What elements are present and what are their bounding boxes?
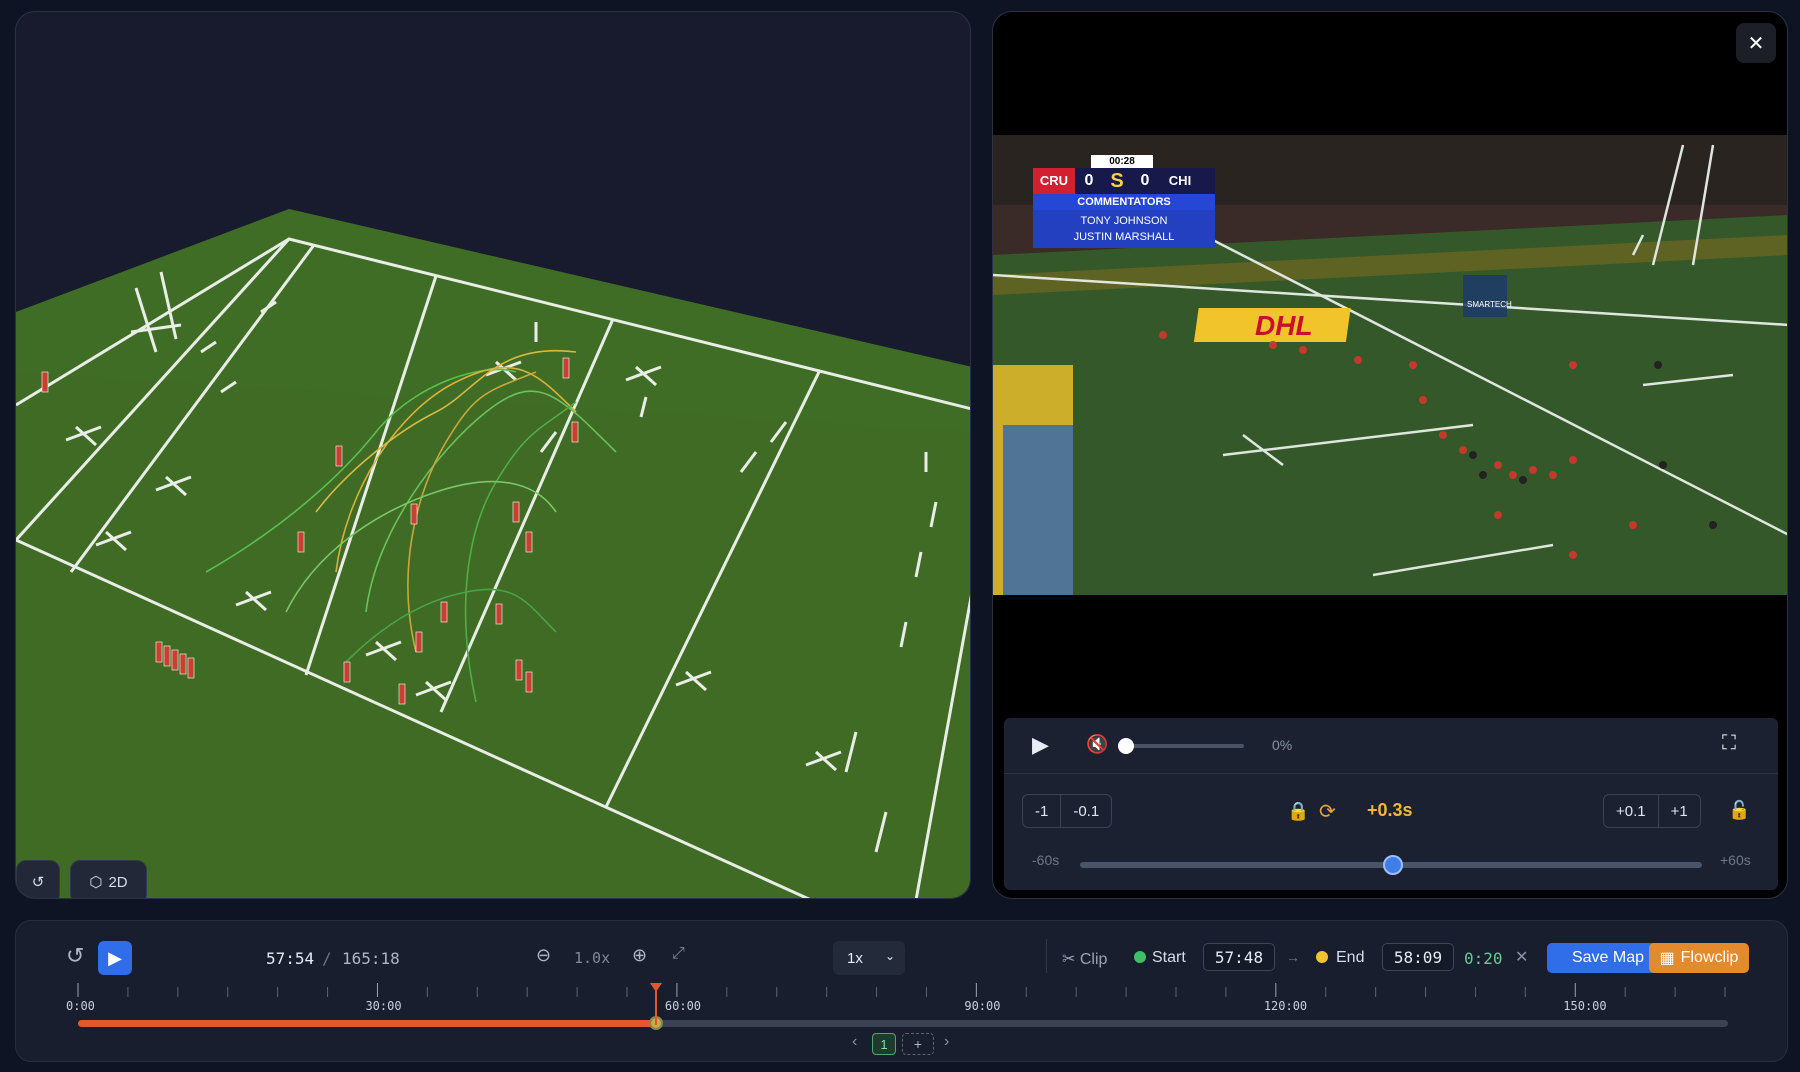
end-marker-icon [1316,951,1328,963]
fullscreen-icon: ⛶ [1722,732,1736,754]
play-icon: ▶ [1032,732,1049,757]
chevron-down-icon: ⌄ [884,949,895,963]
expand-icon: ⤢ [672,945,685,962]
playhead-line [654,991,657,1025]
view-mode-label: 2D [108,873,128,891]
step-back-1-button[interactable]: -1 [1023,795,1060,827]
offset-range-min: -60s [1032,852,1060,868]
tick-label: 30:00 [365,999,402,1013]
commentators-heading: COMMENTATORS [1077,196,1171,208]
volume-mute-icon: 🔇 [1086,734,1109,754]
scissors-icon: ✂ [1062,951,1076,968]
video-panel: ✕ DHL SMARTECH 00:28 CRU 0 S 0 CHI COMME… [992,11,1788,899]
prev-page-button[interactable]: ‹ [852,1033,857,1051]
rotate-ccw-icon: ↺ [31,874,45,891]
fullscreen-button[interactable]: ⛶ [1722,732,1736,755]
end-time-field[interactable]: 58:09 [1382,943,1454,971]
scoreboard-clock: 00:28 [1091,155,1153,168]
offset-slider[interactable] [1080,855,1702,875]
speed-select[interactable]: 1x ⌄ [833,941,905,975]
pitch-canvas[interactable] [16,12,971,899]
tick-label: 0:00 [66,999,95,1013]
timeline-progress [78,1020,656,1027]
time-separator: / [322,949,332,968]
timeline-track[interactable] [78,1016,1728,1030]
film-icon: ▦ [1659,950,1675,967]
home-score: 0 [1084,172,1094,189]
end-label: End [1336,949,1365,966]
sync-icon[interactable]: ⟳ [1319,799,1336,824]
sponsor-logo-text: SMARTECH [1467,300,1512,309]
step-back-0-1-button[interactable]: -0.1 [1060,795,1111,827]
unlock-icon[interactable]: 🔓 [1728,800,1750,821]
clip-label: Clip [1079,951,1108,968]
video-controls: ▶ 🔇 0% ⛶ -1 -0.1 🔒 ⟳ +0.3s +0.1 +1 🔓 -60… [1004,718,1778,890]
timeline-play-button[interactable]: ▶ [98,941,132,975]
close-icon: ✕ [1515,949,1529,966]
arrow-right-icon: → [1286,949,1300,965]
offset-slider-thumb[interactable] [1382,855,1403,875]
restart-button[interactable]: ↺ [66,943,84,969]
volume-slider-thumb[interactable] [1118,738,1134,754]
billboard-text: DHL [1255,310,1313,341]
save-map-label: Save Map [1571,949,1645,966]
step-forward-0-1-button[interactable]: +0.1 [1604,795,1658,827]
lock-icon[interactable]: 🔒 [1287,801,1309,822]
scoreboard: 00:28 CRU 0 S 0 CHI COMMENTATORS TONY JO… [1033,155,1215,248]
timeline-bar: ↺ ▶ 57:54 / 165:18 ⊖ 1.0x ⊕ ⤢ 1x ⌄ ✂ Cli… [15,920,1788,1062]
tick-label: 150:00 [1563,999,1607,1013]
flowclip-button[interactable]: ▦ Flowclip [1649,943,1749,973]
offset-range-max: +60s [1720,852,1751,868]
reset-view-button[interactable]: ↺ [16,860,60,898]
play-icon: ▶ [108,947,122,968]
play-button[interactable]: ▶ [1032,732,1049,758]
start-marker-icon [1134,951,1146,963]
close-button[interactable]: ✕ [1736,23,1776,63]
rotate-ccw-icon: ↺ [66,943,85,968]
add-page-button[interactable]: + [902,1033,934,1055]
zoom-in-button[interactable]: ⊕ [632,945,647,966]
page-1-button[interactable]: 1 [872,1033,896,1055]
pitch-3d-view[interactable]: ↺ ⬡ 2D [15,11,971,899]
step-forward-group: +0.1 +1 [1603,794,1701,828]
flowclip-label: Flowclip [1680,949,1739,966]
zoom-level: 1.0x [574,949,611,967]
step-forward-1-button[interactable]: +1 [1657,795,1700,827]
timeline-ticks [77,983,1726,997]
clip-label-group[interactable]: ✂ Clip [1062,949,1107,969]
zoom-out-button[interactable]: ⊖ [536,945,551,966]
clip-duration: 0:20 [1464,949,1503,968]
away-team: CHI [1168,173,1192,188]
volume-slider[interactable] [1118,738,1244,754]
tick-label: 90:00 [964,999,1001,1013]
current-time: 57:54 [266,949,315,968]
mute-button[interactable]: 🔇 [1086,734,1108,755]
total-time: 165:18 [342,949,400,968]
timeline-tick-labels: 0:00 30:00 60:00 90:00 120:00 150:00 [16,999,1789,1015]
start-label: Start [1152,949,1186,966]
tick-label: 60:00 [664,999,702,1013]
step-back-group: -1 -0.1 [1022,794,1113,828]
cube-icon: ⬡ [89,874,103,891]
zoom-out-icon: ⊖ [536,945,552,965]
clear-clip-button[interactable]: ✕ [1515,947,1528,967]
volume-percent: 0% [1272,737,1293,753]
view-mode-toggle[interactable]: ⬡ 2D [70,860,147,898]
zoom-in-icon: ⊕ [632,945,648,965]
next-page-button[interactable]: › [944,1033,949,1051]
expand-button[interactable]: ⤢ [672,945,685,963]
start-time-field[interactable]: 57:48 [1203,943,1275,971]
competition-logo: S [1110,169,1124,192]
away-score: 0 [1140,172,1150,189]
close-icon: ✕ [1747,32,1765,55]
offset-value: +0.3s [1367,800,1413,820]
commentator-name: TONY JOHNSON [1080,215,1168,227]
tick-label: 120:00 [1263,999,1308,1013]
divider [1046,939,1047,973]
commentator-name: JUSTIN MARSHALL [1073,231,1175,243]
speed-value: 1x [847,949,863,967]
video-frame[interactable]: DHL SMARTECH 00:28 CRU 0 S 0 CHI COMMENT… [993,135,1787,595]
home-team: CRU [1033,168,1075,194]
